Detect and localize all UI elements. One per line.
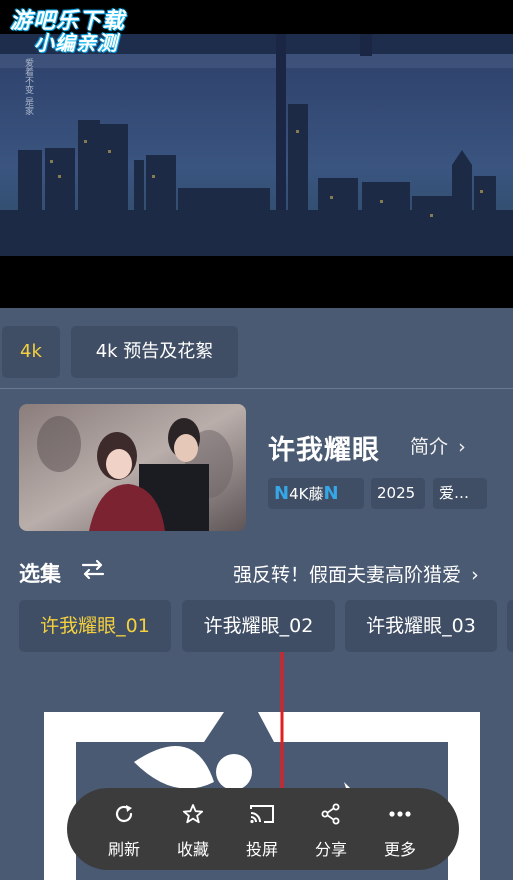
cast-button[interactable]: 投屏: [232, 788, 292, 870]
chevron-right-icon: ›: [458, 436, 466, 458]
more-button[interactable]: 更多: [370, 788, 430, 870]
source-tabs: 4k 4k 预告及花絮: [0, 326, 513, 378]
poster-image: [19, 404, 246, 531]
n-logo-icon: N: [274, 483, 290, 504]
episode-title-label: 强反转！假面夫妻高阶猎爱: [233, 564, 462, 586]
chip-platform: N4K藤N: [268, 478, 364, 509]
watermark-line1: 游吧乐下载: [10, 9, 126, 34]
episode-button-more[interactable]: [507, 600, 513, 652]
episode-button-01[interactable]: 许我耀眼_01: [19, 600, 171, 652]
action-toolbar: 刷新 收藏 投屏 分享 更多: [67, 788, 459, 870]
chip-year: 2025: [371, 478, 425, 509]
intro-label: 简介: [410, 436, 449, 458]
refresh-label: 刷新: [107, 840, 140, 859]
video-player[interactable]: 游吧乐下载 小编亲测 爱着不变 是家: [0, 0, 513, 308]
refresh-button[interactable]: 刷新: [94, 788, 154, 870]
refresh-icon: [94, 800, 154, 828]
chip-platform-label: 4K藤: [289, 485, 324, 503]
video-overlay-text: 爱着不变 是家: [23, 58, 33, 115]
episode-button-03[interactable]: 许我耀眼_03: [345, 600, 497, 652]
cast-icon: [232, 800, 292, 828]
episodes-label: 选集: [19, 562, 61, 586]
watermark-line2: 小编亲测: [34, 31, 118, 56]
episode-button-02[interactable]: 许我耀眼_02: [182, 600, 335, 652]
favorite-button[interactable]: 收藏: [163, 788, 223, 870]
episode-title[interactable]: 强反转！假面夫妻高阶猎爱 ›: [233, 560, 479, 587]
source-tab-trailer[interactable]: 4k 预告及花絮: [71, 326, 238, 378]
more-icon: [370, 800, 430, 828]
more-label: 更多: [383, 840, 416, 859]
intro-link[interactable]: 简介 ›: [410, 432, 466, 459]
show-title: 许我耀眼: [268, 435, 380, 466]
share-icon: [301, 800, 361, 828]
n-logo-icon: N: [323, 483, 339, 504]
section-divider: [0, 388, 513, 389]
swap-order-icon[interactable]: [80, 556, 106, 588]
favorite-label: 收藏: [176, 840, 209, 859]
source-tab-4k[interactable]: 4k: [2, 326, 60, 378]
chevron-right-icon: ›: [471, 564, 479, 586]
share-button[interactable]: 分享: [301, 788, 361, 870]
share-label: 分享: [314, 840, 347, 859]
cast-label: 投屏: [245, 840, 278, 859]
show-poster[interactable]: [19, 404, 246, 531]
star-icon: [163, 800, 223, 828]
chip-genre: 爱…: [433, 478, 487, 509]
watermark: 游吧乐下载 小编亲测: [10, 10, 125, 54]
